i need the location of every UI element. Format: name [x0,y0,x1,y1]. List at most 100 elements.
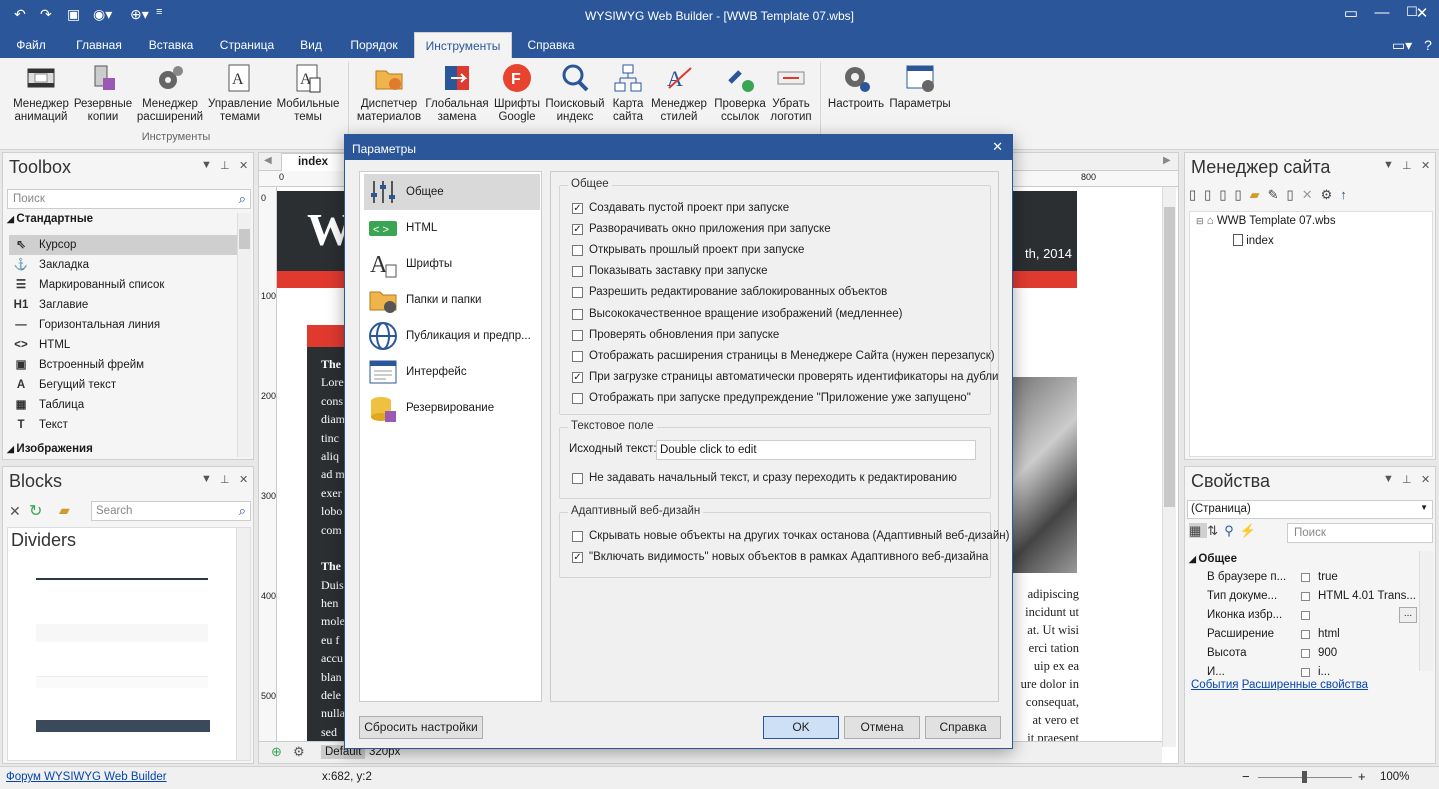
tree-root[interactable]: ⊟ ⌂ WWB Template 07.wbs [1196,215,1336,227]
photo-image[interactable] [1013,377,1077,573]
option-checkbox[interactable]: Скрывать новые объекты на других точках … [572,527,1009,545]
tab-file[interactable]: Файл [6,32,56,58]
help-icon[interactable]: ? [1418,32,1438,58]
blocks-search-field[interactable]: Search ⌕ [91,501,251,521]
forum-link[interactable]: Форум WYSIWYG Web Builder [6,771,167,783]
divider-preview[interactable] [36,578,208,580]
move-up-icon[interactable]: ↑ [1340,187,1355,202]
new-page-icon[interactable]: ▯ [1189,187,1204,202]
tab-view[interactable]: Вид [292,32,330,58]
properties-icon[interactable]: ⚙ [1321,187,1341,202]
option-checkbox[interactable]: ✓ При загрузке страницы автоматически про… [572,368,998,386]
nav-item-backup[interactable]: Резервирование [364,390,540,426]
property-row[interactable]: В браузере п... true [1191,568,1419,587]
minimize-icon[interactable]: — [1367,4,1397,21]
cancel-button[interactable]: Отмена [844,716,920,739]
zoom-slider[interactable] [1258,771,1352,783]
property-row[interactable]: Тип докуме... HTML 4.01 Trans... [1191,587,1419,606]
scroll-thumb[interactable] [1164,207,1175,507]
breakpoint-settings-icon[interactable]: ⚙ [293,744,305,760]
customize-button[interactable]: Настроить [826,62,886,111]
pin-icon[interactable]: ⊥ [220,159,230,172]
option-checkbox[interactable]: Отображать расширения страницы в Менедже… [572,347,995,365]
option-checkbox[interactable]: Открывать прошлый проект при запуске [572,241,804,259]
nav-item-folders[interactable]: Папки и папки [364,282,540,318]
option-checkbox[interactable]: ✓ "Включать видимость" новых объектов в р… [572,548,988,566]
remove-logo-button[interactable]: Убрать логотип [766,62,816,124]
properties-search-field[interactable]: Поиск [1287,523,1433,543]
divider-preview[interactable] [36,676,208,688]
close-icon[interactable]: ✕ [1404,4,1439,22]
reset-settings-button[interactable]: Сбросить настройки [359,716,483,739]
animation-manager-button[interactable]: Менеджер анимаций [10,62,72,124]
properties-scrollbar[interactable] [1419,551,1433,671]
option-checkbox[interactable]: Разрешить редактирование заблокированных… [572,283,887,301]
divider-preview[interactable] [36,720,210,732]
property-value[interactable]: HTML 4.01 Trans... [1318,587,1418,606]
toolbox-item[interactable]: T Текст [9,415,237,435]
toolbox-item[interactable]: ▦ Таблица [9,395,237,415]
toolbox-item[interactable]: A Бегущий текст [9,375,237,395]
blocks-scrollbar[interactable] [236,528,250,760]
toolbox-item[interactable]: ▣ Встроенный фрейм [9,355,237,375]
tab-insert[interactable]: Вставка [140,32,202,58]
nav-item-interface[interactable]: Интерфейс [364,354,540,390]
toolbox-search-field[interactable]: Поиск ⌕ [7,189,251,209]
extension-manager-button[interactable]: Менеджер расширений [136,62,204,124]
panel-menu-icon[interactable]: ▼ [1383,159,1394,171]
property-editor-icon[interactable] [1301,668,1310,677]
toolbox-item[interactable]: ⚓ Закладка [9,255,237,275]
browse-button[interactable]: ... [1399,607,1417,623]
mobile-themes-button[interactable]: A Мобильные темы [274,62,342,124]
property-editor-icon[interactable] [1301,630,1310,639]
backup-button[interactable]: Резервные копии [72,62,134,124]
help-button[interactable]: Справка [925,716,1001,739]
toolbox-item[interactable]: ⇖ Курсор [9,235,237,255]
ok-button[interactable]: OK [763,716,839,739]
pin-icon[interactable]: ⊥ [1402,473,1412,486]
events-link[interactable]: События [1191,679,1238,691]
global-replace-button[interactable]: Глобальная замена [424,62,490,124]
toolbox-item[interactable]: H1 Заглавие [9,295,237,315]
refresh-icon[interactable]: ↻ [29,501,42,521]
user-icon[interactable]: ▭▾ [1382,32,1422,58]
panel-close-icon[interactable]: ✕ [239,473,248,486]
option-checkbox[interactable]: ✓ Разворачивать окно приложения при запус… [572,220,831,238]
toolbox-scrollbar[interactable] [237,213,251,457]
toolbox-section-standard[interactable]: ◢ Стандартные [7,213,93,225]
folder-icon[interactable]: ▰ [59,502,70,519]
sort-icon[interactable]: ⇅ [1207,523,1224,538]
tab-home[interactable]: Главная [70,32,128,58]
scroll-thumb[interactable] [239,229,250,249]
option-checkbox[interactable]: ✓ Создавать пустой проект при запуске [572,199,789,217]
tab-index[interactable]: index [281,153,345,171]
nav-item-publish[interactable]: Публикация и предпр... [364,318,540,354]
editor-scrollbar[interactable] [1162,187,1176,747]
check-links-button[interactable]: Проверка ссылок [710,62,770,124]
tab-page[interactable]: Страница [214,32,280,58]
toolbox-section-images[interactable]: ◢ Изображения [7,443,93,455]
categorized-icon[interactable]: ▦ [1189,523,1208,538]
copy-icon[interactable]: ▯ [1204,187,1219,202]
property-value[interactable]: html [1318,625,1418,644]
tab-scroll-left-icon[interactable]: ◀ [264,155,272,166]
delete-icon[interactable]: ✕ [1302,187,1321,202]
nav-item-general[interactable]: Общее [364,174,540,210]
clone-icon[interactable]: ▯ [1287,187,1302,202]
option-checkbox[interactable]: Отображать при запуске предупреждение "П… [572,389,971,407]
tree-page-index[interactable]: index [1230,233,1277,248]
duplicate-icon[interactable]: ▯ [1234,187,1249,202]
source-text-input[interactable]: Double click to edit [656,440,976,460]
delete-icon[interactable]: ✕ [9,503,21,520]
toolbox-item[interactable]: — Горизонтальная линия [9,315,237,335]
panel-close-icon[interactable]: ✕ [239,159,248,172]
property-value[interactable]: true [1318,568,1418,587]
open-folder-icon[interactable]: ▰ [1250,187,1268,202]
divider-preview[interactable] [36,624,208,642]
panel-menu-icon[interactable]: ▼ [201,473,212,485]
search-icon[interactable]: ⌕ [239,503,246,519]
toolbox-item[interactable]: <> HTML [9,335,237,355]
search-index-button[interactable]: Поисковый индекс [542,62,608,124]
tab-help[interactable]: Справка [520,32,582,58]
asset-manager-button[interactable]: Диспетчер материалов [354,62,424,124]
